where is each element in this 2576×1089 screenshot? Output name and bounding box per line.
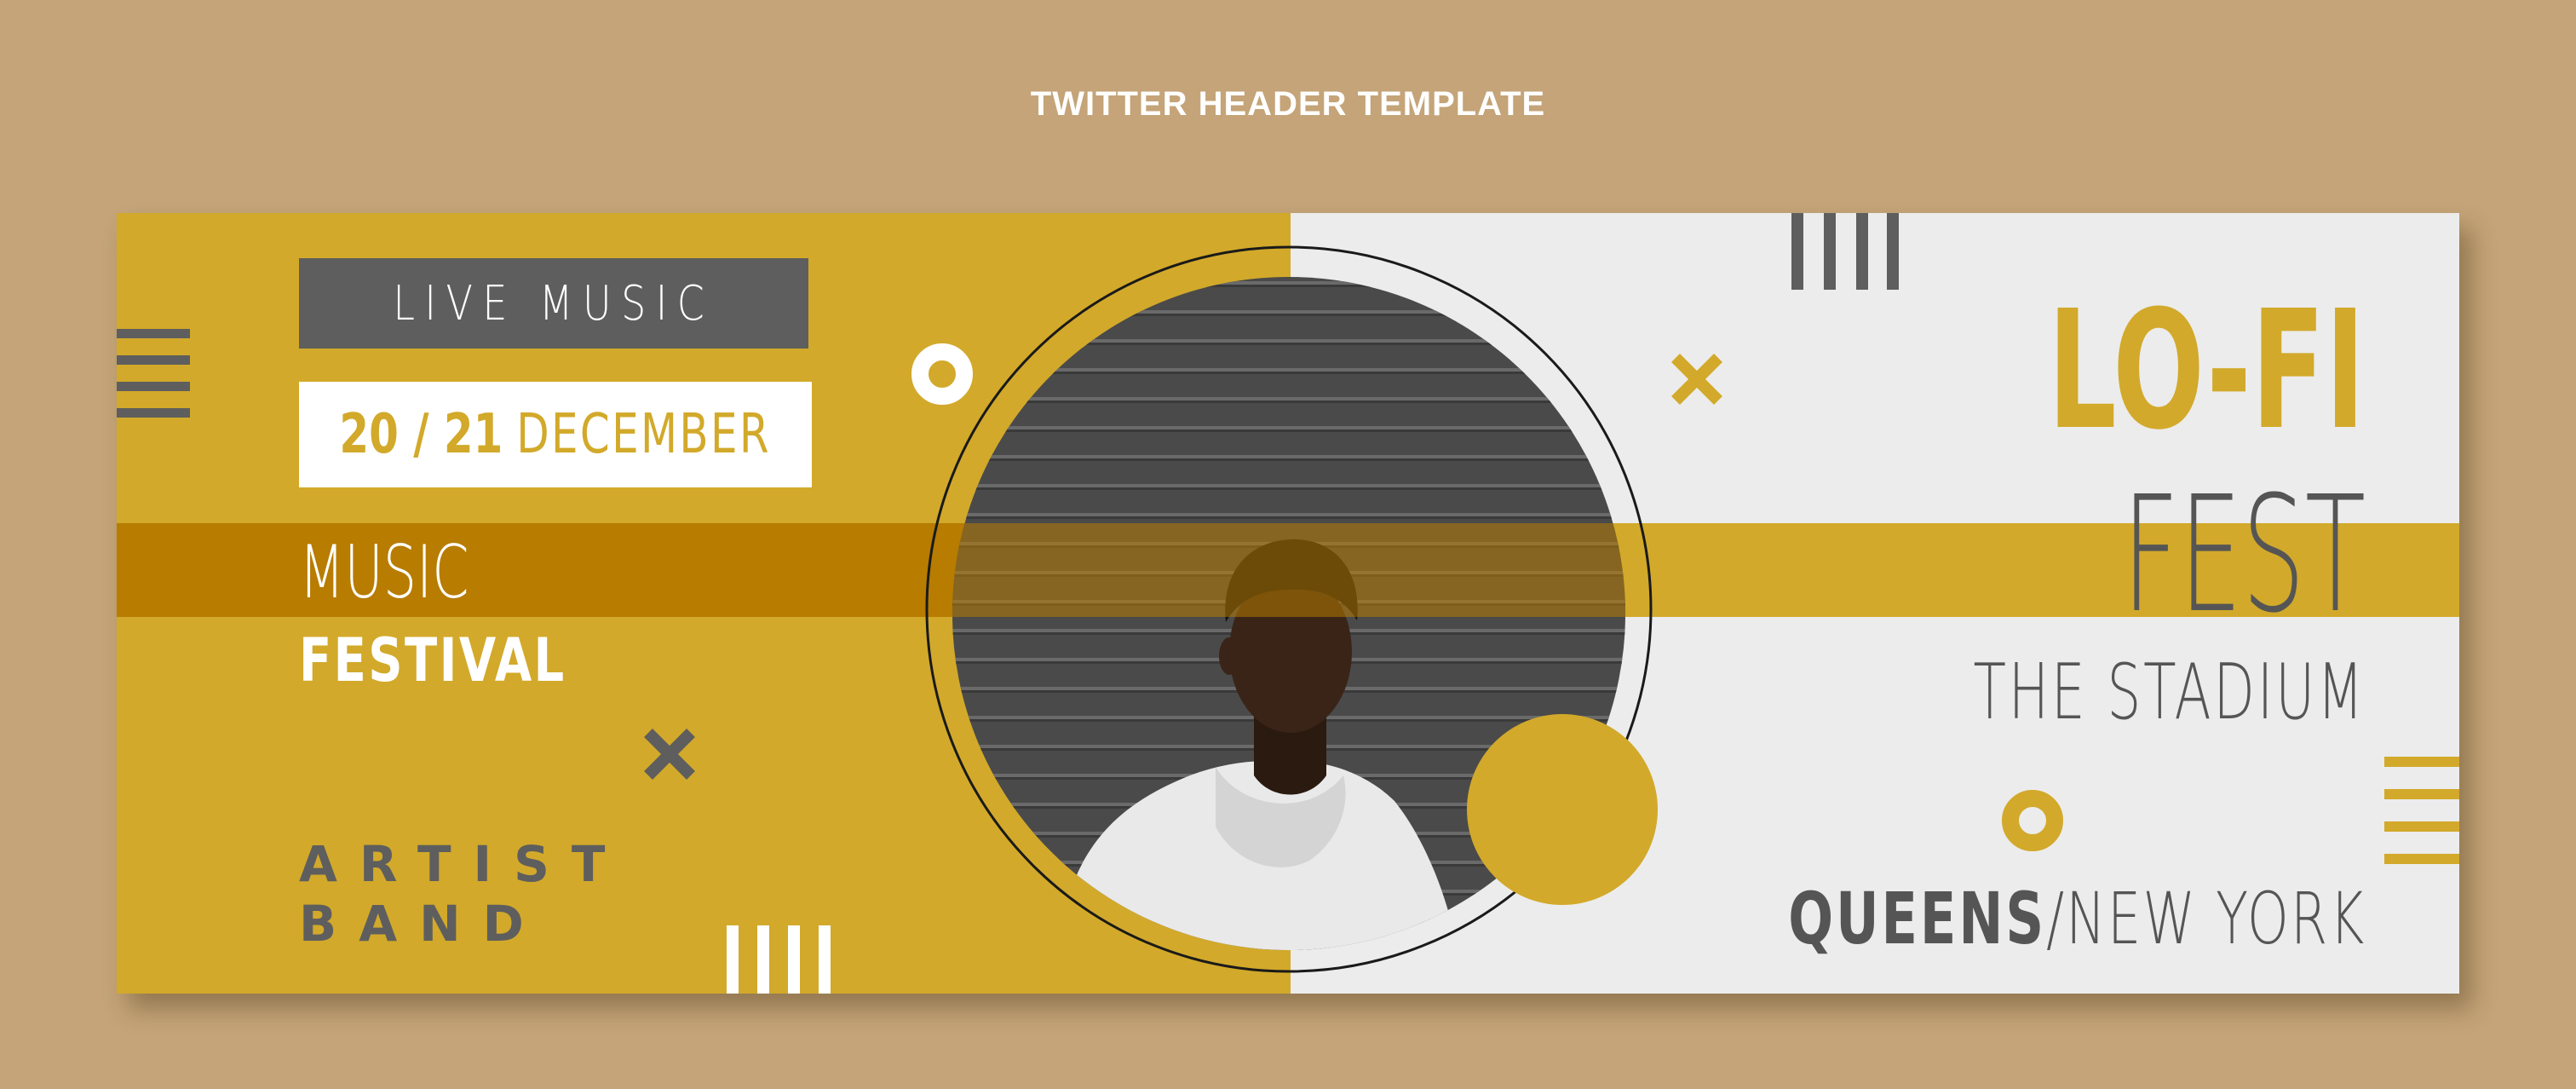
cross-icon [644,729,695,780]
event-days: 20 / 21 [339,403,503,466]
location-city: QUEENS [1787,877,2046,960]
live-music-label: LIVE MUSIC [393,275,715,331]
ring-icon [911,343,973,405]
location-region: NEW YORK [2065,877,2366,960]
festival-heading: FESTIVAL [299,625,566,695]
cross-icon [1671,354,1722,405]
event-location: QUEENS/NEW YORK [1788,883,2366,954]
stripes-icon [727,925,831,994]
event-month: DECEMBER [516,403,772,466]
twitter-header-banner: LIVE MUSIC 20 / 21 DECEMBER MUSIC FESTIV… [117,213,2459,994]
music-heading: MUSIC [299,530,469,615]
venue-name: THE STADIUM [1973,648,2366,737]
artist-label: ARTIST [299,835,628,893]
location-separator: / [2045,877,2066,960]
page-title: TWITTER HEADER TEMPLATE [1030,85,1546,123]
stripes-icon [117,329,190,418]
fest-heading: FEST [2122,462,2366,648]
ring-icon [2002,790,2063,851]
event-date: 20 / 21 DECEMBER [299,382,812,487]
lofi-heading: LO-FI [2048,276,2366,466]
stripes-icon [1791,213,1899,290]
live-music-badge: LIVE MUSIC [299,258,808,349]
band-label: BAND [299,895,546,953]
horizontal-band-left [117,523,1291,617]
stripes-icon [2384,757,2459,864]
